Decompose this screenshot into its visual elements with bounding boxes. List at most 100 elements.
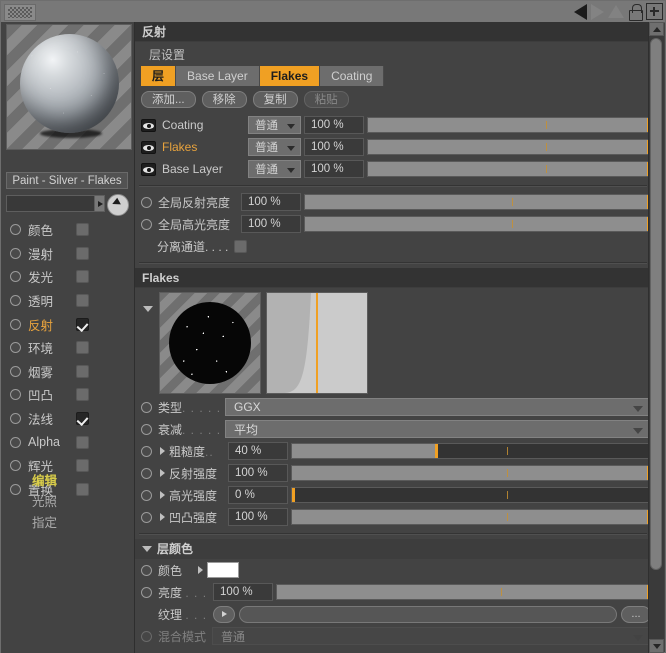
param-value-input[interactable]: 100 %: [228, 508, 288, 526]
sidebar-menu-0[interactable]: 编辑: [1, 469, 134, 490]
eye-icon[interactable]: [141, 162, 156, 176]
layer-opacity-input[interactable]: 100 %: [304, 160, 364, 178]
channel-row-5[interactable]: 环境: [1, 336, 134, 360]
color-radio[interactable]: [141, 564, 152, 576]
channel-radio[interactable]: [10, 318, 21, 330]
channel-checkbox[interactable]: [76, 294, 89, 308]
global-slider[interactable]: [304, 194, 651, 210]
layer-opacity-input[interactable]: 100 %: [304, 138, 364, 156]
global-radio[interactable]: [141, 196, 152, 208]
layer-button-1[interactable]: 移除: [201, 91, 247, 108]
vertical-scrollbar[interactable]: [648, 22, 664, 653]
param-radio[interactable]: [141, 511, 152, 523]
tab-1[interactable]: Base Layer: [176, 66, 260, 86]
channel-row-0[interactable]: 颜色: [1, 218, 134, 242]
channel-row-9[interactable]: Alpha: [1, 430, 134, 454]
layer-opacity-slider[interactable]: [367, 161, 651, 177]
param-select[interactable]: 平均: [225, 420, 651, 438]
channel-row-8[interactable]: 法线: [1, 407, 134, 431]
channel-checkbox[interactable]: [76, 317, 89, 331]
param-slider[interactable]: [291, 487, 651, 503]
channel-row-1[interactable]: 漫射: [1, 242, 134, 266]
brightness-value-input[interactable]: 100 %: [213, 583, 274, 601]
lock-icon[interactable]: [628, 3, 643, 21]
channel-row-3[interactable]: 透明: [1, 289, 134, 313]
scrollbar-thumb[interactable]: [650, 38, 662, 570]
channel-radio[interactable]: [10, 342, 21, 354]
layer-opacity-slider[interactable]: [367, 117, 651, 133]
tab-3[interactable]: Coating: [320, 66, 385, 86]
layer-button-0[interactable]: 添加...: [141, 91, 196, 108]
separate-channel-checkbox[interactable]: [234, 239, 248, 253]
channel-checkbox[interactable]: [76, 364, 89, 378]
scroll-up-button[interactable]: [649, 22, 664, 36]
channel-checkbox[interactable]: [76, 341, 89, 355]
layer-opacity-input[interactable]: 100 %: [304, 116, 364, 134]
nav-forward-icon[interactable]: [591, 3, 604, 20]
layer-blend-select[interactable]: 普通: [248, 116, 301, 134]
tab-0[interactable]: 层: [141, 66, 177, 86]
channel-row-4[interactable]: 反射: [1, 312, 134, 336]
channel-checkbox[interactable]: [76, 246, 89, 260]
channel-radio[interactable]: [10, 271, 21, 283]
param-slider[interactable]: [291, 509, 651, 525]
param-radio[interactable]: [141, 423, 152, 435]
param-radio[interactable]: [141, 467, 152, 479]
nav-up-icon[interactable]: [608, 5, 624, 18]
channel-radio[interactable]: [10, 389, 21, 401]
channel-radio[interactable]: [10, 224, 21, 236]
tab-2[interactable]: Flakes: [259, 66, 321, 86]
param-radio[interactable]: [141, 489, 152, 501]
param-value-input[interactable]: 0 %: [228, 486, 288, 504]
param-expand-icon[interactable]: [160, 469, 165, 477]
falloff-curve-thumbnail[interactable]: [266, 292, 368, 394]
param-value-input[interactable]: 100 %: [228, 464, 288, 482]
layer-color-caret-icon[interactable]: [142, 545, 152, 552]
nav-back-icon[interactable]: [574, 3, 587, 20]
layer-button-2[interactable]: 复制: [252, 91, 298, 108]
sidebar-texture-input[interactable]: [6, 195, 100, 212]
channel-checkbox[interactable]: [76, 223, 89, 237]
param-slider[interactable]: [291, 465, 651, 481]
param-expand-icon[interactable]: [160, 513, 165, 521]
brightness-radio[interactable]: [141, 586, 152, 598]
sidebar-menu-2[interactable]: 指定: [1, 511, 134, 532]
channel-row-7[interactable]: 凹凸: [1, 383, 134, 407]
channel-row-6[interactable]: 烟雾: [1, 360, 134, 384]
param-slider[interactable]: [291, 443, 651, 459]
param-expand-icon[interactable]: [160, 491, 165, 499]
color-swatch[interactable]: [207, 562, 240, 578]
color-expand-icon[interactable]: [198, 566, 204, 574]
global-slider[interactable]: [304, 216, 651, 232]
texture-dropdown-button[interactable]: [213, 605, 236, 623]
texture-browse-button[interactable]: ...: [621, 605, 651, 623]
layer-row[interactable]: Flakes 普通 100 %: [141, 136, 651, 158]
layer-opacity-slider[interactable]: [367, 139, 651, 155]
plus-icon[interactable]: [646, 3, 663, 20]
checker-grip-icon[interactable]: [4, 4, 36, 21]
scroll-down-button[interactable]: [649, 639, 664, 653]
param-select[interactable]: GGX: [225, 398, 651, 416]
pointer-cursor-icon[interactable]: [107, 194, 129, 216]
sidebar-texture-arrow-icon[interactable]: [94, 195, 105, 212]
layer-blend-select[interactable]: 普通: [248, 138, 301, 156]
channel-checkbox[interactable]: [76, 270, 89, 284]
global-value-input[interactable]: 100 %: [241, 215, 301, 233]
layer-blend-select[interactable]: 普通: [248, 160, 301, 178]
collapse-caret-icon[interactable]: [143, 306, 153, 312]
channel-radio[interactable]: [10, 247, 21, 259]
flakes-preview-thumbnail[interactable]: [159, 292, 261, 394]
channel-radio[interactable]: [10, 413, 21, 425]
material-preview[interactable]: [6, 24, 132, 150]
param-expand-icon[interactable]: [160, 447, 165, 455]
param-radio[interactable]: [141, 401, 152, 413]
param-value-input[interactable]: 40 %: [228, 442, 288, 460]
param-radio[interactable]: [141, 445, 152, 457]
channel-radio[interactable]: [10, 365, 21, 377]
eye-icon[interactable]: [141, 118, 156, 132]
eye-icon[interactable]: [141, 140, 156, 154]
layer-row[interactable]: Base Layer 普通 100 %: [141, 158, 651, 180]
layer-row[interactable]: Coating 普通 100 %: [141, 114, 651, 136]
global-radio[interactable]: [141, 218, 152, 230]
channel-checkbox[interactable]: [76, 388, 89, 402]
